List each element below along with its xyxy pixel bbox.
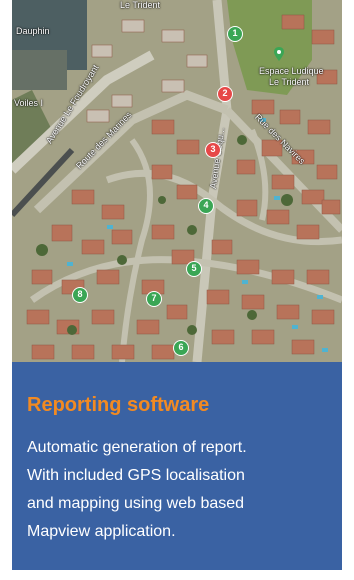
map-marker-6[interactable]: 6 [173, 340, 189, 356]
satellite-view [12, 0, 342, 362]
map-label-dauphin: Dauphin [16, 26, 50, 36]
card-description: Automatic generation of report. With inc… [27, 434, 332, 546]
map-marker-1[interactable]: 1 [227, 26, 243, 42]
description-line-1: Automatic generation of report. [27, 439, 247, 456]
map-marker-7[interactable]: 7 [146, 291, 162, 307]
aerial-map-image: Le Trident Dauphin Voiles I Avenue Le Fo… [12, 0, 342, 362]
description-line-2: With included GPS localisation [27, 467, 245, 484]
map-label-voiles: Voiles I [14, 98, 44, 108]
map-label-park-line1: Espace Ludique [259, 66, 324, 76]
map-marker-3[interactable]: 3 [205, 142, 221, 158]
map-label-park-line2: Le Trident [269, 77, 310, 87]
park-marker-icon [274, 47, 284, 61]
map-marker-4[interactable]: 4 [198, 198, 214, 214]
map-label-le-trident: Le Trident [120, 0, 161, 10]
map-marker-2[interactable]: 2 [217, 86, 233, 102]
card-title: Reporting software [27, 394, 210, 416]
map-marker-5[interactable]: 5 [186, 261, 202, 277]
description-line-4: Mapview application. [27, 523, 176, 540]
map-marker-8[interactable]: 8 [72, 287, 88, 303]
feature-card: Le Trident Dauphin Voiles I Avenue Le Fo… [12, 0, 342, 570]
description-panel: Reporting software Automatic generation … [12, 362, 342, 570]
description-line-3: and mapping using web based [27, 495, 245, 512]
